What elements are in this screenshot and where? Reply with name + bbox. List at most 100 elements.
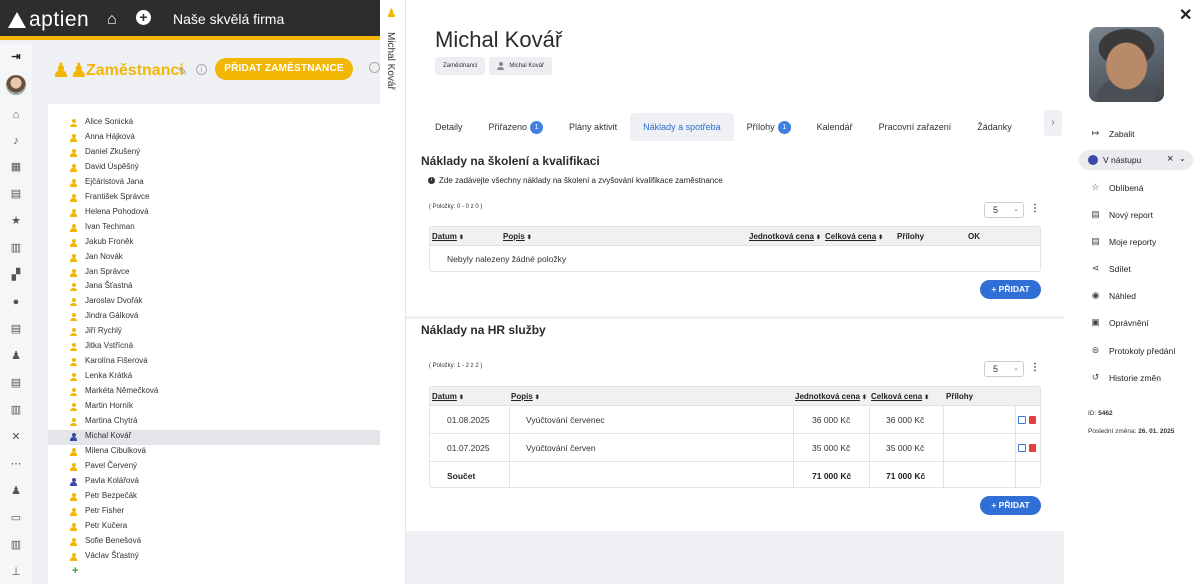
- tab-přílohy[interactable]: Přílohy 1: [734, 113, 804, 141]
- library-icon[interactable]: ▥: [9, 538, 23, 552]
- check-circle-icon[interactable]: ●: [9, 295, 23, 309]
- employee-list-item[interactable]: Jana Šťastná: [48, 280, 380, 295]
- col-header-unit-price[interactable]: Jednotková cena ⬍: [795, 392, 867, 401]
- file-icon[interactable]: ▤: [9, 322, 23, 336]
- star-icon[interactable]: ★: [9, 214, 23, 228]
- employee-list-item[interactable]: Jakub Froněk: [48, 236, 380, 251]
- action-change-history[interactable]: ↺ Historie změn: [1090, 372, 1161, 383]
- employee-list-item[interactable]: Petr Kučera: [48, 520, 380, 535]
- employee-list-item[interactable]: Anna Hájková: [48, 131, 380, 146]
- tab-náklady-a-spotřeba[interactable]: Náklady a spotřeba: [630, 113, 734, 141]
- search-icon[interactable]: [369, 62, 380, 73]
- clipboard-icon[interactable]: ▤: [9, 187, 23, 201]
- tab-pracovní-zařazení[interactable]: Pracovní zařazení: [866, 113, 965, 141]
- employee-list-item[interactable]: Daniel Zkušený: [48, 146, 380, 161]
- trash-icon[interactable]: [1029, 444, 1036, 452]
- expand-menu-icon[interactable]: ⇥: [9, 50, 23, 64]
- action-preview[interactable]: ◉ Náhled: [1090, 290, 1136, 301]
- col-header-description[interactable]: Popis ⬍: [503, 232, 532, 241]
- employee-list-item[interactable]: Michal Kovář: [48, 429, 380, 445]
- action-favorites[interactable]: ☆ Oblíbená: [1090, 182, 1143, 193]
- breadcrumb-employees[interactable]: Zaměstnanci: [435, 57, 486, 75]
- hr-page-size-select[interactable]: 5 ⌄: [984, 361, 1024, 377]
- hr-add-button[interactable]: + PŘIDAT: [980, 496, 1041, 515]
- employee-list-item[interactable]: Pavel Červený: [48, 460, 380, 475]
- employee-list-item[interactable]: Václav Šťastný: [48, 550, 380, 565]
- collapsed-record-tab[interactable]: ♟ Michal Kovář: [380, 0, 406, 584]
- employee-list-item[interactable]: Pavla Kolářová: [48, 475, 380, 490]
- add-employee-button[interactable]: PŘIDAT ZAMĚSTNANCE: [215, 58, 353, 80]
- tab-kalendář[interactable]: Kalendář: [804, 113, 866, 141]
- employee-list-item[interactable]: Alice Sonická: [48, 116, 380, 131]
- collapse-button[interactable]: ↦ Zabalit: [1090, 128, 1135, 139]
- books-icon[interactable]: ▥: [9, 403, 23, 417]
- edit-pencil-icon[interactable]: ✎: [178, 65, 187, 78]
- tools-icon[interactable]: ✕: [9, 430, 23, 444]
- trash-icon[interactable]: [1029, 416, 1036, 424]
- grid-icon[interactable]: ⋯: [9, 457, 23, 471]
- employee-list-item[interactable]: Jiří Rychlý: [48, 325, 380, 340]
- employee-list-item[interactable]: Jitka Vstřícná: [48, 340, 380, 355]
- home-nav-icon[interactable]: ⌂: [9, 108, 23, 122]
- status-select[interactable]: V nástupu × ⌄: [1079, 150, 1193, 170]
- action-share[interactable]: ⋖ Sdílet: [1090, 263, 1131, 274]
- hr-more-menu-icon[interactable]: ⋮: [1030, 363, 1040, 373]
- user-avatar[interactable]: [6, 75, 26, 95]
- org-chart-icon[interactable]: ⊥: [9, 565, 23, 579]
- col-header-description[interactable]: Popis ⬍: [511, 392, 540, 401]
- employee-list-item[interactable]: František Správce: [48, 191, 380, 206]
- employee-list-item[interactable]: Jaroslav Dvořák: [48, 295, 380, 310]
- clear-status-icon[interactable]: ×: [1167, 153, 1173, 165]
- training-more-menu-icon[interactable]: ⋮: [1030, 204, 1040, 214]
- employee-list-item[interactable]: Martina Chytrá: [48, 415, 380, 430]
- employee-list-item[interactable]: Lenka Krátká: [48, 370, 380, 385]
- employee-list-item[interactable]: Ejčáristová Jana: [48, 176, 380, 191]
- document-icon[interactable]: ▥: [9, 241, 23, 255]
- person-icon[interactable]: ♟: [9, 349, 23, 363]
- action-new-report[interactable]: ▤ Nový report: [1090, 209, 1153, 220]
- employee-list-item[interactable]: Helena Pohodová: [48, 206, 380, 221]
- tab-detaily[interactable]: Detaily: [422, 113, 476, 141]
- add-row-icon[interactable]: +: [72, 565, 78, 577]
- users-icon[interactable]: ♟: [9, 484, 23, 498]
- action-handover-protocols[interactable]: ⊜ Protokoly předání: [1090, 345, 1176, 356]
- col-header-date[interactable]: Datum ⬍: [432, 392, 464, 401]
- employee-list-item[interactable]: Karolína Fišerová: [48, 355, 380, 370]
- employee-list-item[interactable]: Martin Horník: [48, 400, 380, 415]
- tab-žádanky[interactable]: Žádanky: [964, 113, 1025, 141]
- employee-list-item[interactable]: Jan Novák: [48, 251, 380, 266]
- col-header-date[interactable]: Datum ⬍: [432, 232, 464, 241]
- action-my-reports[interactable]: ▤ Moje reporty: [1090, 236, 1156, 247]
- employee-list-item[interactable]: Milena Cibulková: [48, 445, 380, 460]
- book-open-icon[interactable]: ▭: [9, 511, 23, 525]
- employee-list-item[interactable]: Jan Správce: [48, 266, 380, 281]
- table-row[interactable]: 01.08.2025 Vyúčtování červenec 36 000 Kč…: [430, 405, 1040, 433]
- tabs-next-chevron-icon[interactable]: ›: [1044, 110, 1062, 136]
- calendar-icon[interactable]: ▦: [9, 160, 23, 174]
- action-permissions[interactable]: ▣ Oprávnění: [1090, 317, 1148, 328]
- bell-icon[interactable]: ♪: [9, 134, 23, 148]
- app-logo[interactable]: aptien: [8, 8, 89, 32]
- company-name[interactable]: Naše skvělá firma: [173, 11, 284, 27]
- clipboard-list-icon[interactable]: ▤: [9, 376, 23, 390]
- col-header-total-price[interactable]: Celková cena ⬍: [871, 392, 929, 401]
- table-row[interactable]: 01.07.2025 Vyúčtování červen 35 000 Kč 3…: [430, 433, 1040, 461]
- breadcrumb-person[interactable]: Michal Kovář: [489, 57, 553, 75]
- employee-list-item[interactable]: Markéta Němečková: [48, 385, 380, 400]
- employee-list-item[interactable]: Jindra Gálková: [48, 310, 380, 325]
- col-header-unit-price[interactable]: Jednotková cena ⬍: [749, 232, 821, 241]
- col-header-total-price[interactable]: Celková cena ⬍: [825, 232, 883, 241]
- home-icon[interactable]: ⌂: [107, 11, 117, 29]
- edit-icon[interactable]: [1018, 416, 1026, 424]
- tab-přiřazeno[interactable]: Přiřazeno 1: [476, 113, 557, 141]
- employee-list-item[interactable]: Petr Bezpečák: [48, 490, 380, 505]
- employee-list-item[interactable]: Ivan Techman: [48, 221, 380, 236]
- profile-photo[interactable]: [1089, 27, 1164, 102]
- tab-plány-aktivit[interactable]: Plány aktivit: [556, 113, 630, 141]
- employee-list-item[interactable]: Petr Fisher: [48, 505, 380, 520]
- close-icon[interactable]: ✕: [1179, 5, 1192, 25]
- training-page-size-select[interactable]: 5 ⌄: [984, 202, 1024, 218]
- add-icon[interactable]: +: [136, 10, 151, 25]
- chevron-down-icon[interactable]: ⌄: [1179, 154, 1186, 163]
- training-add-button[interactable]: + PŘIDAT: [980, 280, 1041, 299]
